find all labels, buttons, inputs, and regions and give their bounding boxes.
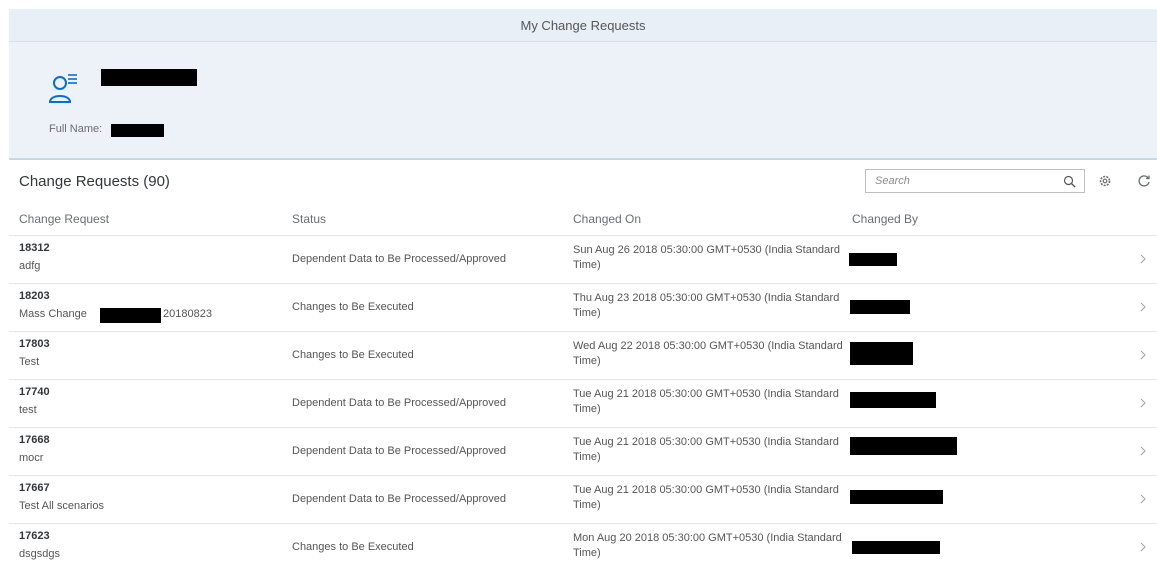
full-name-label: Full Name: [49,123,103,135]
status-text: Changes to Be Executed [292,541,414,553]
change-request-description: mocr [19,452,44,464]
table-title: Change Requests (90) [19,173,170,190]
window-title: My Change Requests [520,17,646,33]
change-request-description-suffix: 20180823 [163,308,212,320]
gear-icon[interactable] [1098,174,1112,188]
status-text: Changes to Be Executed [292,349,414,361]
user-list-icon [49,74,77,103]
changed-on-text: Tue Aug 21 2018 05:30:00 GMT+0530 (India… [573,436,839,463]
change-request-description: dsgsdgs [19,548,60,560]
user-header: Full Name: [9,42,1157,158]
status-text: Changes to Be Executed [292,301,414,313]
table-row[interactable]: 17803 Test Changes to Be Executed Wed Au… [9,332,1157,380]
change-request-id: 17803 [19,338,50,350]
table-row[interactable]: 17667 Test All scenarios Dependent Data … [9,476,1157,524]
search-icon[interactable] [1063,175,1076,188]
change-request-id: 17740 [19,386,50,398]
description-redaction [100,308,161,323]
user-id-redaction [101,69,197,86]
changed-on-text: Tue Aug 21 2018 05:30:00 GMT+0530 (India… [573,388,839,415]
column-header-changed-by[interactable]: Changed By [852,212,918,226]
changed-on-text: Mon Aug 20 2018 05:30:00 GMT+0530 (India… [573,532,842,559]
chevron-right-icon[interactable] [1140,446,1147,456]
status-text: Dependent Data to Be Processed/Approved [292,253,507,265]
search-placeholder: Search [875,175,910,187]
full-name-redaction [111,124,164,137]
change-request-description: Test All scenarios [19,500,104,512]
changed-by-redaction [849,253,897,266]
change-request-description: Mass Change [19,308,87,320]
table-row[interactable]: 17740 test Dependent Data to Be Processe… [9,380,1157,428]
column-header-change-request[interactable]: Change Request [19,212,109,226]
table-row[interactable]: 18203 Mass Change 20180823 Changes to Be… [9,284,1157,332]
column-header-changed-on[interactable]: Changed On [573,212,641,226]
change-request-id: 18312 [19,242,50,254]
changed-on-text: Tue Aug 21 2018 05:30:00 GMT+0530 (India… [573,484,839,511]
chevron-right-icon[interactable] [1140,542,1147,552]
change-request-description: Test [19,356,40,368]
status-text: Dependent Data to Be Processed/Approved [292,445,507,457]
changed-by-redaction [850,342,913,365]
refresh-icon[interactable] [1137,174,1151,188]
changed-on-text: Sun Aug 26 2018 05:30:00 GMT+0530 (India… [573,244,840,271]
search-input[interactable]: Search [865,169,1085,193]
status-text: Dependent Data to Be Processed/Approved [292,397,507,409]
chevron-right-icon[interactable] [1140,302,1147,312]
changed-by-redaction [850,437,957,455]
change-request-description: adfg [19,260,41,272]
change-request-id: 18203 [19,290,50,302]
table-row[interactable]: 17623 dsgsdgs Changes to Be Executed Mon… [9,524,1157,563]
status-text: Dependent Data to Be Processed/Approved [292,493,507,505]
table-header: Change Request Status Changed On Changed… [9,202,1157,236]
table-row[interactable]: 17668 mocr Dependent Data to Be Processe… [9,428,1157,476]
table-row[interactable]: 18312 adfg Dependent Data to Be Processe… [9,236,1157,284]
changed-by-redaction [850,490,943,504]
chevron-right-icon[interactable] [1140,398,1147,408]
change-request-id: 17667 [19,482,50,494]
change-request-description: test [19,404,37,416]
changed-by-redaction [850,392,936,408]
changed-by-redaction [850,300,910,314]
chevron-right-icon[interactable] [1140,350,1147,360]
changed-by-redaction [852,541,940,554]
chevron-right-icon[interactable] [1140,494,1147,504]
column-header-status[interactable]: Status [292,212,326,226]
table-toolbar: Change Requests (90) Search [9,160,1157,203]
change-request-id: 17668 [19,434,50,446]
changed-on-text: Thu Aug 23 2018 05:30:00 GMT+0530 (India… [573,292,840,319]
chevron-right-icon[interactable] [1140,254,1147,264]
changed-on-text: Wed Aug 22 2018 05:30:00 GMT+0530 (India… [573,340,843,367]
change-request-id: 17623 [19,530,50,542]
window-title-bar: My Change Requests [9,9,1157,42]
